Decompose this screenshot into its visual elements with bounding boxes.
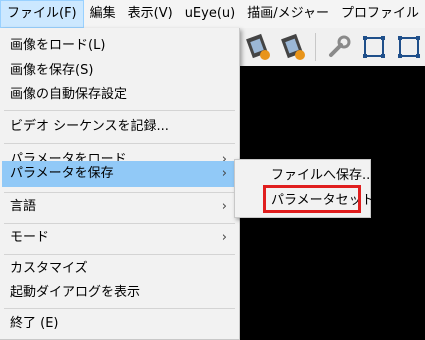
wrench-icon[interactable] — [323, 31, 354, 63]
menu-separator — [4, 308, 235, 309]
menu-file[interactable]: ファイル(F) — [0, 0, 84, 28]
menu-item-label: 終了 (E) — [10, 316, 59, 331]
submenu-item-label: ファイルへ保存... — [271, 168, 375, 183]
menu-item-label: パラメータを保存 — [10, 166, 114, 181]
menu-ueye[interactable]: uEye(u) — [179, 0, 242, 28]
film-import-icon[interactable] — [242, 31, 273, 63]
toolbar-separator — [315, 33, 317, 61]
chevron-right-icon: › — [221, 166, 227, 181]
menu-edit[interactable]: 編集 — [84, 0, 122, 28]
menu-profile[interactable]: プロファイル — [335, 0, 425, 28]
menu-item-autosave-settings[interactable]: 画像の自動保存設定 — [2, 82, 237, 108]
menu-separator — [4, 223, 235, 224]
menu-separator — [4, 254, 235, 255]
menu-view[interactable]: 表示(V) — [122, 0, 179, 28]
menu-item-language[interactable]: 言語 › — [2, 194, 237, 220]
menu-item-mode[interactable]: モード › — [2, 225, 237, 251]
menu-draw-measure[interactable]: 描画/メジャー — [241, 0, 335, 28]
menu-separator — [4, 143, 235, 144]
menu-item-label: 画像の自動保存設定 — [10, 87, 128, 102]
frame-icon[interactable] — [394, 31, 425, 63]
menu-item-label: ビデオ シーケンスを記録... — [10, 119, 169, 134]
menu-item-save-parameters[interactable]: パラメータを保存 › — [2, 161, 237, 187]
menu-item-label: カスタマイズ — [10, 261, 88, 276]
menu-item-save-image[interactable]: 画像を保存(S) — [2, 58, 237, 84]
toolbar — [238, 28, 425, 66]
menu-separator — [4, 110, 235, 111]
menu-item-label: 画像をロード(L) — [10, 38, 106, 53]
menu-item-customize[interactable]: カスタマイズ — [2, 256, 237, 282]
menu-item-exit[interactable]: 終了 (E) — [2, 311, 237, 337]
menu-item-load-image[interactable]: 画像をロード(L) — [2, 33, 237, 59]
file-menu: 画像をロード(L) 画像を保存(S) 画像の自動保存設定 ビデオ シーケンスを記… — [0, 28, 240, 340]
crop-frame-icon[interactable] — [359, 31, 390, 63]
menu-bar: ファイル(F) 編集 表示(V) uEye(u) 描画/メジャー プロファイル … — [0, 0, 425, 29]
menu-item-label: モード — [10, 230, 50, 245]
menu-item-record-video[interactable]: ビデオ シーケンスを記録... — [2, 114, 237, 140]
menu-item-label: 画像を保存(S) — [10, 63, 94, 78]
menu-separator — [4, 192, 235, 193]
film-export-icon[interactable] — [277, 31, 308, 63]
menu-item-show-startup-dialog[interactable]: 起動ダイアログを表示 — [2, 280, 237, 306]
chevron-right-icon: › — [221, 199, 227, 214]
menu-item-label: 言語 — [10, 199, 37, 214]
annotation-highlight-box — [263, 185, 361, 213]
chevron-right-icon: › — [221, 230, 227, 245]
menu-item-label: 起動ダイアログを表示 — [10, 285, 141, 300]
